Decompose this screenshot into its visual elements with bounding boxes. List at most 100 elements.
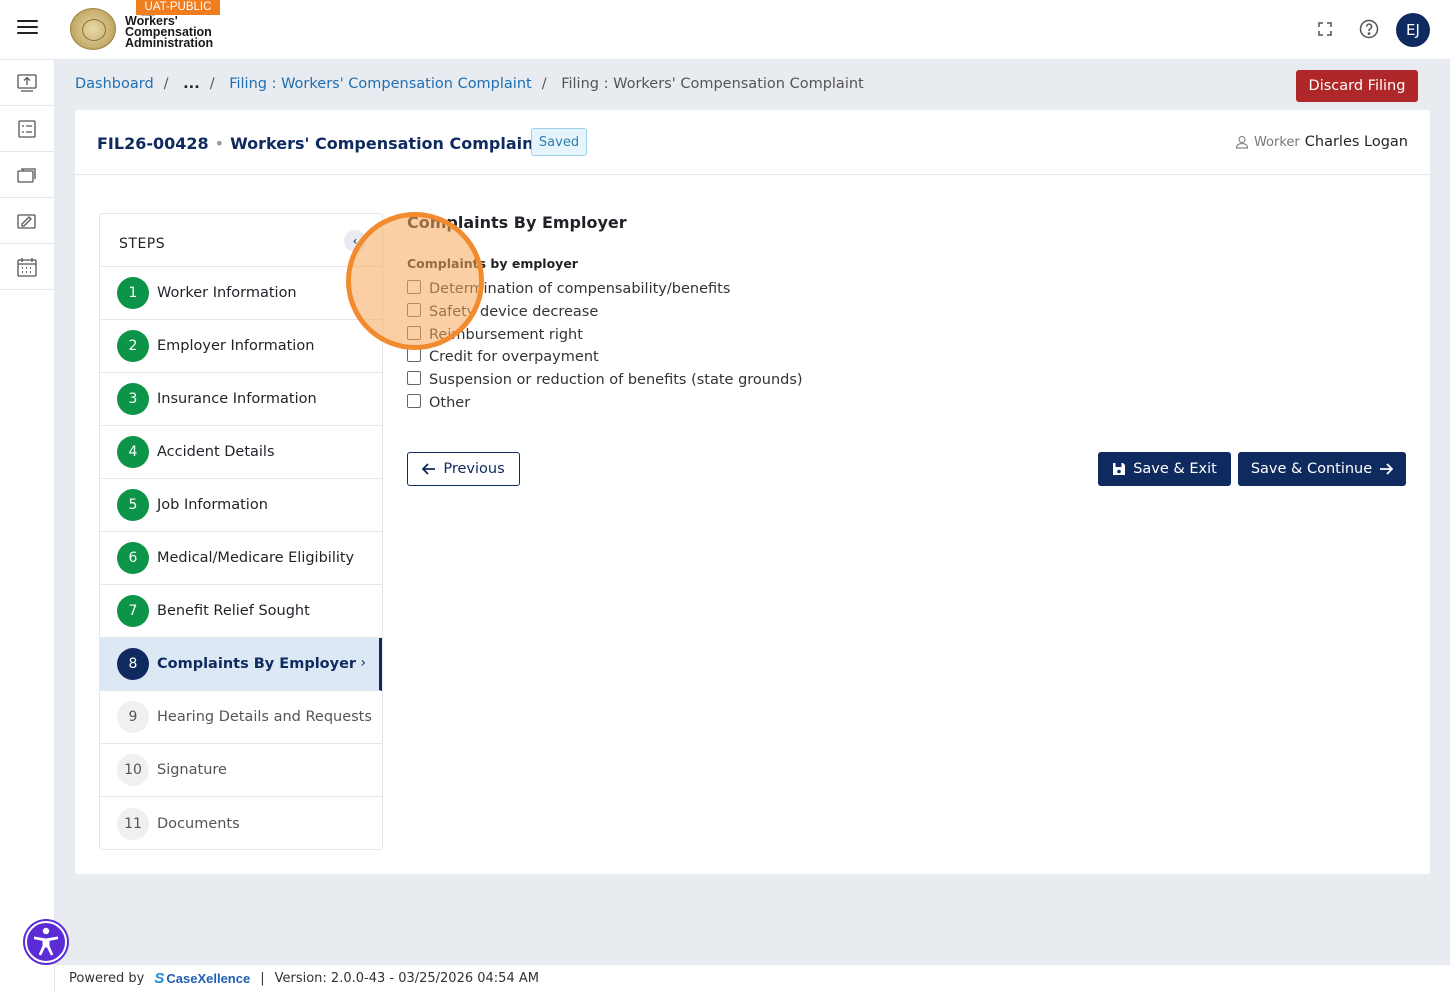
step-number: 5 — [117, 489, 149, 521]
step-number: 4 — [117, 436, 149, 468]
step-number: 9 — [117, 701, 149, 733]
step-item-7[interactable]: 7 Benefit Relief Sought — [100, 585, 382, 638]
rail-checklist-icon[interactable] — [0, 106, 54, 152]
menu-icon[interactable] — [17, 20, 38, 38]
step-item-6[interactable]: 6 Medical/Medicare Eligibility — [100, 532, 382, 585]
checkbox[interactable] — [407, 303, 421, 318]
person-icon — [1235, 135, 1249, 149]
left-nav-rail — [0, 60, 55, 992]
accessibility-icon — [34, 927, 58, 956]
status-badge: Saved — [531, 128, 587, 156]
step-label: Hearing Details and Requests — [157, 709, 372, 725]
step-label: Signature — [157, 762, 227, 778]
filing-header: FIL26-00428 • Workers' Compensation Compla… — [75, 110, 1430, 175]
casexellence-logo: S CaseXellence — [154, 970, 251, 987]
environment-badge: UAT-PUBLIC — [136, 0, 220, 15]
footer: Powered by S CaseXellence | Version: 2.0.… — [55, 964, 1450, 992]
step-item-1[interactable]: 1 Worker Information — [100, 267, 382, 320]
worker-label: Worker — [1253, 134, 1300, 150]
breadcrumb-ellipsis[interactable]: ... — [183, 76, 200, 92]
chevron-left-icon: ‹ — [352, 234, 358, 248]
step-item-4[interactable]: 4 Accident Details — [100, 426, 382, 479]
arrow-right-icon — [1380, 463, 1394, 475]
agency-logo-text: State Workers' Compensation Administrati… — [125, 12, 214, 50]
help-icon[interactable] — [1358, 18, 1380, 40]
step-number: 3 — [117, 383, 149, 415]
save-continue-button[interactable]: Save & Continue — [1238, 452, 1406, 486]
step-label: Documents — [157, 815, 240, 832]
complaint-option-6[interactable]: Other — [407, 391, 803, 414]
collapse-steps-button[interactable]: ‹ — [344, 230, 366, 252]
checkbox[interactable] — [407, 393, 421, 408]
breadcrumb-dashboard-link[interactable]: Dashboard — [75, 76, 154, 92]
state-seal-logo — [70, 8, 116, 50]
fullscreen-icon[interactable] — [1314, 18, 1336, 40]
checkbox[interactable] — [407, 325, 421, 340]
complaint-options: Determination of compensability/benefits… — [407, 278, 803, 414]
worker-info: Worker Charles Logan — [1235, 134, 1408, 150]
step-list: 1 Worker Information 2 Employer Information… — [100, 267, 382, 850]
rail-upload-icon[interactable] — [0, 60, 54, 106]
version-text: Version: 2.0.0-43 - 03/25/2026 04:54 AM — [274, 971, 539, 986]
chevron-right-icon: › — [360, 655, 366, 671]
step-number: 7 — [117, 595, 149, 627]
step-number: 1 — [117, 277, 149, 309]
rail-calendar-icon[interactable] — [0, 244, 54, 290]
checkbox-label: Credit for overpayment — [429, 349, 599, 366]
step-item-9[interactable]: 9 Hearing Details and Requests — [100, 691, 382, 744]
checkbox-label: Safety device decrease — [429, 304, 599, 321]
save-exit-button[interactable]: Save & Exit — [1098, 452, 1231, 486]
steps-panel: STEPS ‹ 1 Worker Information 2 Employer Inf… — [99, 213, 383, 850]
step-number: 2 — [117, 330, 149, 362]
top-bar: State Workers' Compensation Administrati… — [0, 0, 1450, 60]
step-item-11[interactable]: 11 Documents — [100, 797, 382, 850]
step-item-10[interactable]: 10 Signature — [100, 744, 382, 797]
step-label: Insurance Information — [157, 391, 317, 407]
steps-heading: STEPS — [119, 236, 166, 252]
checkbox-label: Determination of compensability/benefits — [429, 281, 731, 298]
step-item-5[interactable]: 5 Job Information — [100, 479, 382, 532]
checkbox[interactable] — [407, 371, 421, 386]
save-icon — [1113, 463, 1126, 475]
previous-button[interactable]: Previous — [407, 452, 520, 486]
filing-type: Workers' Compensation Complaint — [230, 134, 542, 153]
complaint-option-2[interactable]: Safety device decrease — [407, 301, 803, 324]
discard-filing-button[interactable]: Discard Filing — [1296, 70, 1418, 102]
user-avatar[interactable]: EJ — [1396, 13, 1430, 47]
breadcrumb-filing-link[interactable]: Filing : Workers' Compensation Complaint — [229, 76, 532, 92]
complaint-option-4[interactable]: Credit for overpayment — [407, 346, 803, 369]
step-item-8[interactable]: 8 Complaints By Employer › — [100, 638, 382, 691]
filing-id: FIL26-00428 — [97, 134, 209, 153]
rail-briefcase-icon[interactable] — [0, 152, 54, 198]
breadcrumb: Dashboard / ... / Filing : Workers' Compen… — [75, 76, 864, 92]
complaint-option-5[interactable]: Suspension or reduction of benefits (sta… — [407, 369, 803, 392]
filing-title: FIL26-00428 • Workers' Compensation Compla… — [97, 134, 542, 153]
checkbox-label: Reimbursement right — [429, 326, 583, 343]
checkbox[interactable] — [407, 348, 421, 363]
step-label: Complaints By Employer — [157, 656, 357, 672]
accessibility-button[interactable] — [25, 921, 67, 963]
checkbox-label: Suspension or reduction of benefits (sta… — [429, 372, 803, 389]
checkbox[interactable] — [407, 280, 421, 295]
step-number: 6 — [117, 542, 149, 574]
step-label: Medical/Medicare Eligibility — [157, 550, 355, 566]
checkbox-group-label: Complaints by employer — [407, 256, 578, 271]
section-title: Complaints By Employer — [407, 213, 627, 232]
breadcrumb-current: Filing : Workers' Compensation Complaint — [561, 76, 864, 92]
step-label: Worker Information — [157, 285, 297, 301]
step-label: Job Information — [157, 497, 268, 513]
footer-divider: | — [260, 971, 265, 986]
complaint-option-3[interactable]: Reimbursement right — [407, 323, 803, 346]
complaint-option-1[interactable]: Determination of compensability/benefits — [407, 278, 803, 301]
filing-card: FIL26-00428 • Workers' Compensation Compla… — [75, 110, 1430, 874]
powered-by-text: Powered by — [69, 971, 145, 986]
step-label: Accident Details — [157, 444, 275, 460]
arrow-left-icon — [422, 463, 436, 475]
step-number: 11 — [117, 807, 149, 840]
rail-document-edit-icon[interactable] — [0, 198, 54, 244]
step-item-2[interactable]: 2 Employer Information — [100, 320, 382, 373]
step-item-3[interactable]: 3 Insurance Information — [100, 373, 382, 426]
step-number: 10 — [117, 754, 149, 786]
steps-header: STEPS ‹ — [100, 214, 382, 267]
checkbox-label: Other — [429, 394, 471, 411]
